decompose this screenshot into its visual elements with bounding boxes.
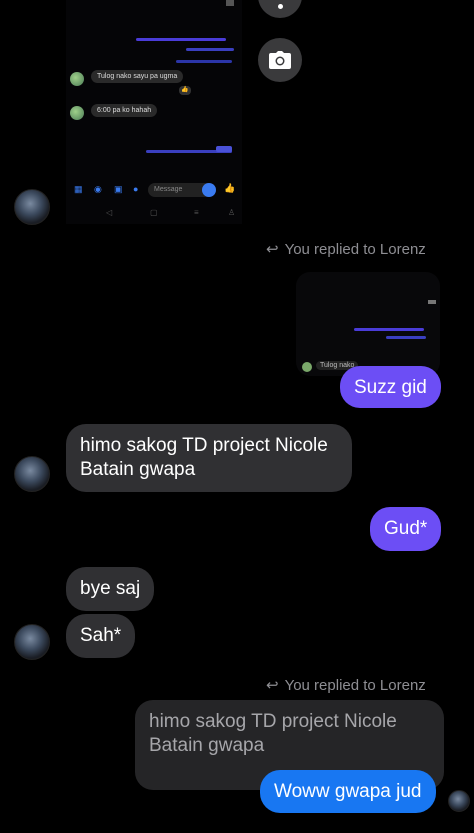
mini-bubble: Tulog nako sayu pa ugma bbox=[91, 70, 184, 83]
decor-line bbox=[186, 48, 234, 51]
mini-avatar bbox=[70, 106, 84, 120]
replied-image-thumbnail[interactable]: Tulog nako bbox=[296, 272, 440, 376]
contact-avatar[interactable] bbox=[14, 189, 50, 225]
decor-line bbox=[386, 336, 426, 339]
mini-avatar bbox=[302, 362, 312, 372]
contact-avatar[interactable] bbox=[14, 624, 50, 660]
mic-icon: ● bbox=[133, 184, 139, 194]
reply-header: ↩ You replied to Lorenz bbox=[266, 676, 426, 695]
mini-bubble: 6:00 pa ko hahah bbox=[91, 104, 158, 117]
decor-mark bbox=[428, 300, 436, 304]
sent-message[interactable]: Gud* bbox=[370, 507, 442, 551]
mini-avatar bbox=[70, 72, 84, 86]
received-message[interactable]: bye saj bbox=[66, 567, 155, 611]
download-button[interactable] bbox=[258, 0, 302, 18]
nav-home-icon: ▢ bbox=[150, 208, 158, 217]
decor-line bbox=[136, 38, 226, 41]
sent-message[interactable]: Woww gwapa jud bbox=[260, 770, 436, 813]
emoji-icon bbox=[202, 183, 216, 197]
image-icon: ▣ bbox=[114, 184, 123, 194]
received-message[interactable]: himo sakog TD project Nicole Batain gwap… bbox=[66, 424, 352, 492]
dot-icon bbox=[278, 4, 283, 9]
decor-mark bbox=[226, 0, 234, 6]
nav-person-icon: ♙ bbox=[228, 208, 236, 217]
reply-arrow-icon: ↩ bbox=[266, 241, 279, 258]
received-message[interactable]: Sah* bbox=[66, 614, 136, 658]
nav-recent-icon: ≡ bbox=[194, 208, 199, 217]
decor-line bbox=[354, 328, 424, 331]
seen-avatar bbox=[448, 790, 470, 812]
camera-icon bbox=[269, 51, 291, 69]
like-icon: 👍 bbox=[224, 183, 236, 193]
contact-avatar[interactable] bbox=[14, 456, 50, 492]
decor-line bbox=[176, 60, 232, 63]
nav-back-icon: ◁ bbox=[106, 208, 113, 217]
camera-icon: ◉ bbox=[94, 184, 102, 194]
reply-header: ↩ You replied to Lorenz bbox=[266, 240, 426, 259]
reply-arrow-icon: ↩ bbox=[266, 677, 279, 694]
sent-message[interactable]: Suzz gid bbox=[340, 366, 441, 408]
camera-button[interactable] bbox=[258, 38, 302, 82]
grid-icon: ▦ bbox=[74, 184, 83, 194]
reaction-icon: 👍 bbox=[179, 86, 191, 95]
decor-line bbox=[216, 146, 232, 152]
shared-screenshot-image[interactable]: Tulog nako sayu pa ugma 👍 6:00 pa ko hah… bbox=[66, 0, 242, 224]
